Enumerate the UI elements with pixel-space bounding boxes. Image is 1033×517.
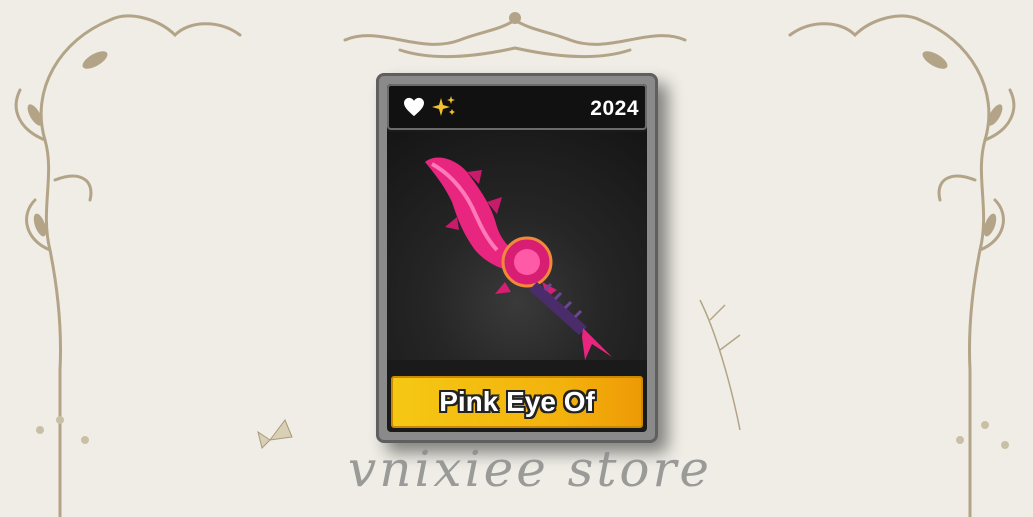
item-name-bar: Pink Eye Of [391, 376, 643, 428]
item-card[interactable]: 2024 Pink Eye Of [376, 73, 658, 443]
card-header: 2024 [387, 84, 647, 130]
item-year: 2024 [590, 97, 639, 120]
store-watermark: vnixiee store [347, 440, 713, 498]
heart-icon[interactable] [403, 97, 425, 117]
item-art [387, 132, 647, 360]
item-name: Pink Eye Of [439, 386, 595, 417]
pink-knife-image [425, 157, 612, 360]
card-inner: 2024 Pink Eye Of [387, 84, 647, 432]
sparkle-icon [432, 96, 455, 116]
